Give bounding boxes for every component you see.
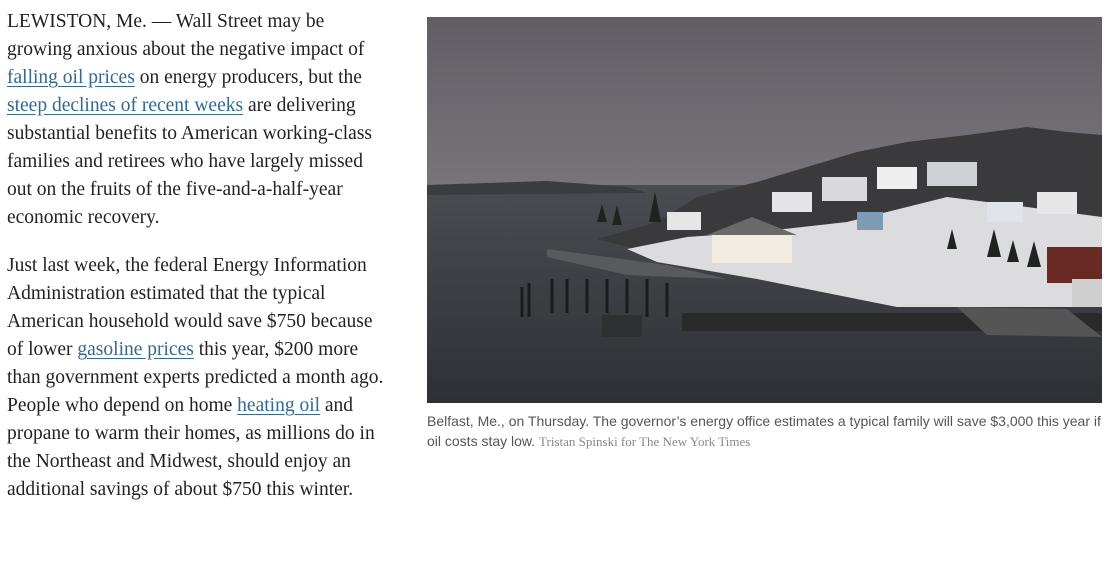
p1-text-2: on energy producers, but the xyxy=(134,67,362,88)
photo-credit: Tristan Spinski for The New York Times xyxy=(539,434,751,449)
caption-text: Belfast, Me., on Thursday. The governor’… xyxy=(427,413,1101,449)
harbor-photo[interactable] xyxy=(427,17,1102,403)
article-figure: Belfast, Me., on Thursday. The governor’… xyxy=(427,17,1102,452)
article-body: Belfast, Me., on Thursday. The governor’… xyxy=(7,8,1102,524)
link-gasoline-prices[interactable]: gasoline prices xyxy=(77,339,193,360)
link-falling-oil-prices[interactable]: falling oil prices xyxy=(7,67,135,88)
photo-caption: Belfast, Me., on Thursday. The governor’… xyxy=(427,411,1102,452)
link-steep-declines[interactable]: steep declines of recent weeks xyxy=(7,95,243,116)
link-heating-oil[interactable]: heating oil xyxy=(237,395,320,416)
p1-text-1: LEWISTON, Me. — Wall Street may be growi… xyxy=(7,11,365,60)
